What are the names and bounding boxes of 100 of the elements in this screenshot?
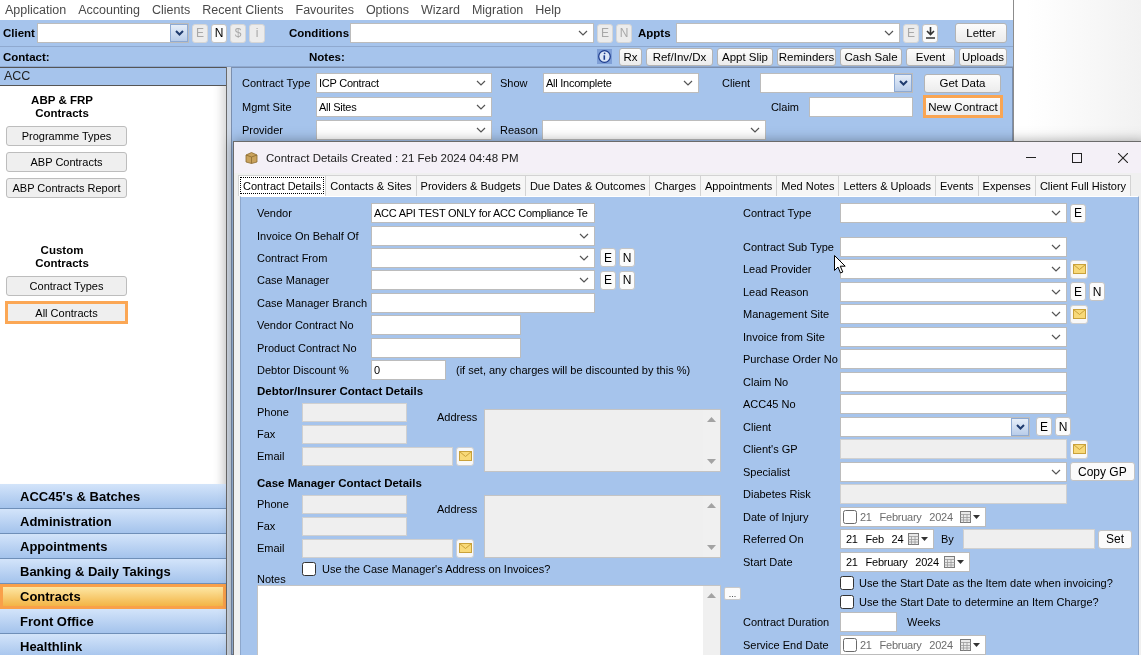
mini-button[interactable]: E	[600, 270, 616, 290]
sidebar-button[interactable]: ABP Contracts	[6, 152, 127, 172]
menu-item[interactable]: Help	[535, 3, 562, 17]
menu-item[interactable]: Wizard	[421, 3, 460, 17]
menu-item[interactable]: Accounting	[78, 3, 140, 17]
dropdown[interactable]	[676, 23, 900, 43]
menu-item[interactable]: Migration	[471, 3, 524, 17]
dropdown-button[interactable]	[1011, 417, 1029, 436]
dropdown[interactable]	[840, 304, 1067, 325]
tab[interactable]: Client Full History	[1034, 175, 1132, 196]
text-field[interactable]	[840, 349, 1067, 370]
sidebar-button[interactable]: ABP Contracts Report	[6, 178, 127, 198]
mini-button[interactable]: N	[619, 270, 635, 290]
tab[interactable]: Contacts & Sites	[325, 175, 417, 196]
get-data-button[interactable]: Get Data	[924, 73, 1001, 93]
dropdown[interactable]	[840, 281, 1067, 302]
dropdown[interactable]	[840, 461, 1067, 482]
toolbar-button[interactable]: Appt Slip	[717, 47, 773, 66]
mini-button[interactable]: N	[1055, 417, 1071, 437]
dropdown[interactable]	[350, 23, 594, 43]
tab[interactable]: Events	[934, 175, 979, 196]
address-field[interactable]	[484, 495, 721, 559]
tab[interactable]: Due Dates & Outcomes	[524, 175, 651, 196]
tab[interactable]: Contract Details	[238, 175, 327, 196]
mini-button[interactable]: N	[619, 248, 635, 268]
mini-button[interactable]: Copy GP	[1070, 462, 1135, 482]
menu-item[interactable]: Application	[5, 3, 67, 17]
dropdown[interactable]	[840, 326, 1067, 347]
date-picker[interactable]: 21 February 2024	[840, 634, 986, 655]
dropdown[interactable]: All Sites	[316, 96, 492, 117]
dropdown[interactable]: All Incomplete	[543, 73, 699, 93]
nav-item[interactable]: ACC45's & Batches	[0, 484, 226, 509]
tab[interactable]: Letters & Uploads	[838, 175, 936, 196]
dropdown-button[interactable]	[894, 74, 912, 92]
scrollbar[interactable]	[703, 586, 720, 655]
nav-item[interactable]: Appointments	[0, 534, 226, 559]
toolbar-button[interactable]: Cash Sale	[840, 47, 902, 66]
checkbox[interactable]	[302, 562, 316, 577]
dropdown[interactable]	[371, 247, 595, 268]
menu-item[interactable]: Favourites	[295, 3, 354, 17]
checkbox[interactable]	[840, 575, 854, 590]
nav-item[interactable]: Banking & Daily Takings	[0, 559, 226, 584]
sidebar-button[interactable]: Programme Types	[6, 126, 127, 146]
checkbox[interactable]	[843, 509, 857, 524]
new-contract-button[interactable]: New Contract	[923, 95, 1003, 118]
text-field[interactable]: 0	[371, 359, 446, 380]
letter-button[interactable]: Letter	[955, 23, 1007, 43]
sidebar-button[interactable]: Contract Types	[6, 276, 127, 296]
text-field[interactable]: ACC API TEST ONLY for ACC Compliance Te	[371, 203, 595, 224]
email-button[interactable]	[1070, 304, 1088, 324]
email-button[interactable]	[1070, 259, 1088, 279]
nav-item[interactable]: Front Office	[0, 609, 226, 634]
date-picker[interactable]: 21 February 2024	[840, 506, 986, 527]
menu-item[interactable]: Clients	[152, 3, 191, 17]
mini-button[interactable]: E	[1036, 417, 1052, 437]
toolbar-button[interactable]: Rx	[619, 47, 642, 66]
menu-item[interactable]: Options	[365, 3, 409, 17]
toolbar-button[interactable]: Ref/Inv/Dx	[646, 47, 713, 66]
nav-item[interactable]: Contracts	[0, 584, 226, 609]
address-field[interactable]	[484, 409, 721, 473]
dropdown[interactable]	[371, 270, 595, 291]
text-field[interactable]	[840, 371, 1067, 392]
date-picker[interactable]: 21 Feb 24	[840, 529, 934, 550]
date-picker[interactable]: 21 February 2024	[840, 551, 970, 572]
dropdown-button[interactable]	[170, 24, 188, 42]
text-field[interactable]	[371, 337, 521, 358]
text-field[interactable]	[371, 292, 595, 313]
mini-button[interactable]: N	[1089, 282, 1105, 302]
menu-item[interactable]: Recent Clients	[202, 3, 284, 17]
email-button[interactable]	[456, 538, 474, 558]
dropdown[interactable]	[840, 203, 1067, 224]
checkbox[interactable]	[843, 637, 857, 652]
sidebar-button[interactable]: All Contracts	[5, 301, 128, 324]
text-field[interactable]	[809, 96, 913, 117]
tab[interactable]: Providers & Budgets	[415, 175, 526, 196]
email-button[interactable]	[456, 446, 474, 466]
tab[interactable]: Med Notes	[776, 175, 840, 196]
dropdown[interactable]	[542, 120, 766, 140]
email-button[interactable]	[1070, 439, 1088, 459]
text-field[interactable]	[840, 394, 1067, 415]
download-button[interactable]	[922, 23, 938, 43]
mini-button[interactable]: E	[1070, 203, 1086, 223]
dropdown[interactable]	[371, 225, 595, 246]
text-field[interactable]	[371, 315, 521, 336]
nav-item[interactable]: Healthlink	[0, 634, 226, 655]
more-button[interactable]: ...	[724, 587, 741, 601]
mini-button[interactable]: E	[600, 248, 616, 268]
checkbox[interactable]	[840, 594, 854, 609]
toolbar-button[interactable]: Reminders	[777, 47, 836, 66]
mini-button[interactable]: Set	[1098, 529, 1132, 549]
tab[interactable]: Appointments	[700, 175, 778, 196]
nav-item[interactable]: Administration	[0, 509, 226, 534]
dropdown[interactable]	[840, 259, 1067, 280]
text-field[interactable]	[840, 612, 897, 633]
tab[interactable]: Charges	[649, 175, 701, 196]
dropdown[interactable]	[840, 236, 1067, 257]
toolbar-button[interactable]: Uploads	[959, 47, 1007, 66]
dropdown[interactable]	[316, 120, 492, 140]
mini-button[interactable]: E	[1070, 282, 1086, 302]
mini-button[interactable]: N	[211, 23, 227, 43]
